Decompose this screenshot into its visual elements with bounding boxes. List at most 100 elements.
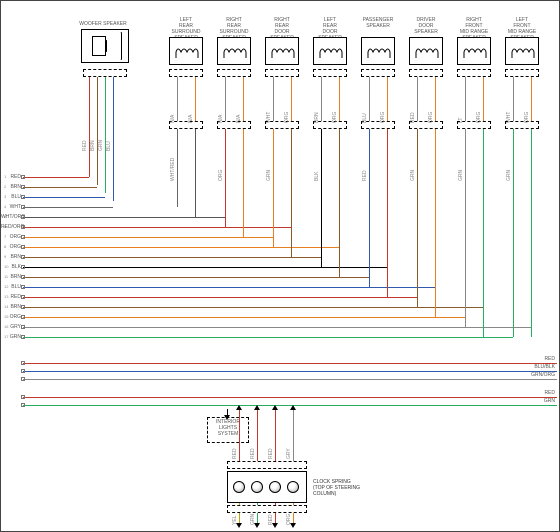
wire-label: WHT bbox=[507, 83, 512, 123]
arrow-down-icon bbox=[224, 415, 230, 420]
bus-pin: 8 bbox=[4, 244, 6, 249]
bus-terminal bbox=[21, 185, 25, 189]
bus-line bbox=[23, 197, 105, 198]
right-bus-line bbox=[23, 397, 557, 398]
speaker-bus-drop bbox=[321, 129, 322, 267]
wire-label: GRN bbox=[411, 141, 416, 181]
bus-line bbox=[23, 237, 273, 238]
clock-spring-conn bbox=[227, 461, 307, 469]
speaker-conn bbox=[313, 69, 347, 77]
speaker-drop bbox=[465, 77, 466, 121]
speaker-box bbox=[457, 37, 491, 65]
cs-wire-label: RED bbox=[233, 431, 238, 459]
wire-label: WHT/RED bbox=[171, 141, 176, 181]
bus-pin: 10 bbox=[4, 264, 8, 269]
bus-terminal bbox=[21, 377, 25, 381]
speaker-bus-drop bbox=[195, 129, 196, 217]
bus-terminal bbox=[21, 245, 25, 249]
arrow-up-icon bbox=[290, 405, 296, 410]
bus-pin: 9 bbox=[4, 254, 6, 259]
speaker-conn bbox=[265, 69, 299, 77]
speaker-conn bbox=[457, 69, 491, 77]
bus-line bbox=[23, 327, 531, 328]
bus-line bbox=[23, 187, 97, 188]
bus-line bbox=[23, 277, 369, 278]
bus-pin: 15 bbox=[4, 314, 8, 319]
speaker-drop bbox=[513, 77, 514, 121]
cs-drop bbox=[293, 409, 294, 469]
bus-line bbox=[23, 207, 113, 208]
clock-spring-label: CLOCK SPRING(TOP OF STEERINGCOLUMN) bbox=[313, 479, 373, 497]
speaker-box bbox=[217, 37, 251, 65]
wire-label: ORG bbox=[477, 83, 482, 123]
woofer-wire-label: GRN bbox=[99, 101, 104, 151]
wire-label: BLK bbox=[315, 141, 320, 181]
cs-wire-label: GRY bbox=[287, 431, 292, 459]
bus-pin: 17 bbox=[4, 334, 8, 339]
speaker-drop bbox=[243, 77, 244, 121]
bus-line bbox=[23, 307, 483, 308]
speaker-drop bbox=[273, 77, 274, 121]
bus-pin: 4 bbox=[4, 204, 6, 209]
arrow-up-icon bbox=[236, 405, 242, 410]
speaker-drop bbox=[339, 77, 340, 121]
right-bus-label: BLU/BLK bbox=[523, 364, 555, 370]
speaker-bus-drop bbox=[273, 129, 274, 247]
wire-label: WHT bbox=[267, 83, 272, 123]
bus-pin: 16 bbox=[4, 324, 8, 329]
speaker-label: DRIVERDOORSPEAKER bbox=[403, 17, 449, 35]
bus-pin: 3 bbox=[4, 194, 6, 199]
bus-terminal bbox=[21, 315, 25, 319]
speaker-drop bbox=[417, 77, 418, 121]
arrow-down-icon bbox=[290, 523, 296, 528]
speaker-bus-drop bbox=[531, 129, 532, 337]
bus-terminal bbox=[21, 275, 25, 279]
cs-drop bbox=[275, 409, 276, 469]
speaker-bus-drop bbox=[465, 129, 466, 327]
wire-label: ORG bbox=[381, 83, 386, 123]
cs-drop bbox=[257, 409, 258, 469]
woofer-wire-label: BLU bbox=[107, 101, 112, 151]
wire-label: N/A bbox=[219, 83, 224, 123]
bus-terminal bbox=[21, 175, 25, 179]
cs-wire-label: RED bbox=[251, 431, 256, 459]
cs-drop bbox=[239, 409, 240, 469]
bus-terminal bbox=[21, 285, 25, 289]
wire-label: ORG bbox=[285, 83, 290, 123]
woofer-wire bbox=[89, 77, 90, 177]
bus-terminal bbox=[21, 361, 25, 365]
speaker-bus-drop bbox=[417, 129, 418, 307]
bus-line bbox=[23, 297, 417, 298]
wire-label: N/A bbox=[237, 83, 242, 123]
speaker-drop bbox=[483, 77, 484, 121]
speaker-conn bbox=[169, 69, 203, 77]
wire-label: ORG bbox=[429, 83, 434, 123]
wire-label: RED bbox=[363, 141, 368, 181]
bus-line bbox=[23, 177, 89, 178]
bus-terminal bbox=[21, 265, 25, 269]
speaker-label: PASSENGERSPEAKER bbox=[355, 17, 401, 29]
speaker-drop bbox=[435, 77, 436, 121]
bus-terminal bbox=[21, 225, 25, 229]
speaker-bus-drop bbox=[369, 129, 370, 287]
wire-label: ORG bbox=[219, 141, 224, 181]
speaker-bus-drop bbox=[291, 129, 292, 257]
arrow-down-icon bbox=[254, 523, 260, 528]
bus-terminal bbox=[21, 403, 25, 407]
bus-line bbox=[23, 257, 321, 258]
bus-pin: 2 bbox=[4, 184, 6, 189]
bus-pin: 5 bbox=[4, 214, 6, 219]
speaker-box bbox=[505, 37, 539, 65]
right-bus-line bbox=[23, 371, 557, 372]
woofer-label: WOOFER SPEAKER bbox=[73, 21, 133, 27]
wire-label: N/A bbox=[189, 83, 194, 123]
wire-label: BRN bbox=[315, 83, 320, 123]
speaker-bus-drop bbox=[387, 129, 388, 297]
speaker-drop bbox=[387, 77, 388, 121]
speaker-conn bbox=[409, 69, 443, 77]
speaker-drop bbox=[291, 77, 292, 121]
speaker-drop bbox=[195, 77, 196, 121]
cs-wire-label: RED bbox=[269, 431, 274, 459]
bus-terminal bbox=[21, 215, 25, 219]
bus-terminal bbox=[21, 305, 25, 309]
